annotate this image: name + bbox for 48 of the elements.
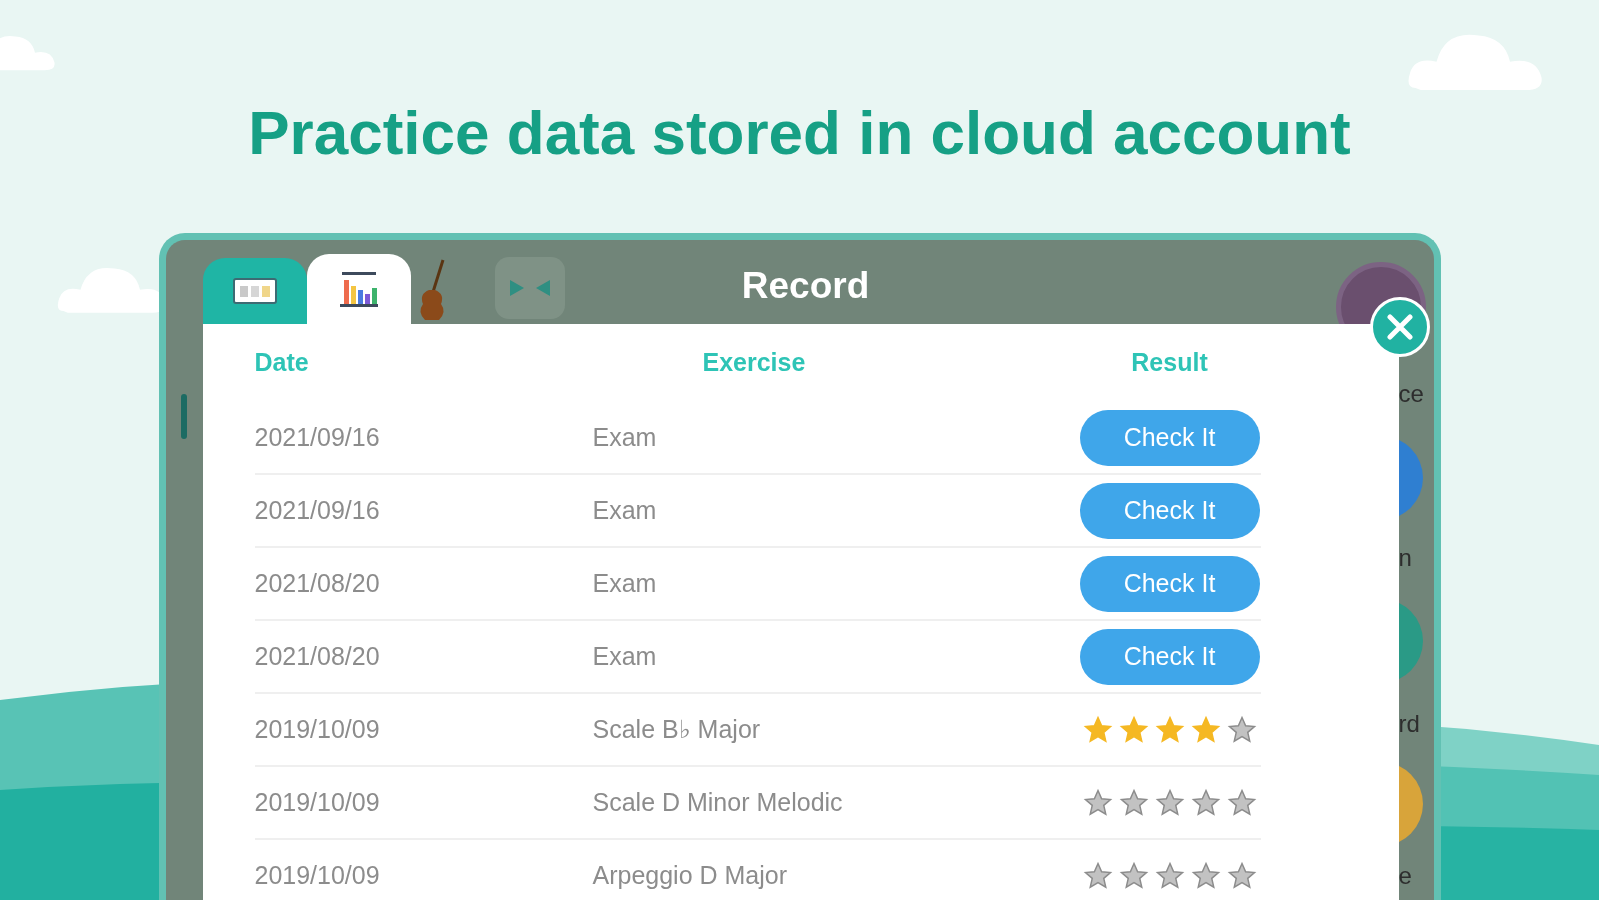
exercise-cell-text: Exam (592, 494, 657, 526)
side-marker (180, 394, 187, 439)
column-header: Date (254, 347, 309, 379)
star-icon (1190, 714, 1221, 745)
star-icon (1082, 714, 1113, 745)
star-icon (1118, 787, 1149, 818)
date-cell-text: 2021/08/20 (254, 640, 380, 672)
star-icon (1154, 787, 1185, 818)
date-cell-text: 2019/10/09 (254, 859, 380, 891)
side-label: e (1398, 861, 1412, 891)
board-icon (232, 277, 277, 305)
check-it-button[interactable]: Check It (1079, 409, 1260, 466)
star-icon (1190, 860, 1221, 891)
exercise-cell-text: Exam (592, 640, 657, 672)
date-cell-text: 2019/10/09 (254, 786, 380, 818)
arrows-icon (507, 278, 552, 298)
check-it-button[interactable]: Check It (1079, 482, 1260, 539)
star-icon (1154, 714, 1185, 745)
column-header: Exercise (702, 347, 806, 379)
date-cell-text: 2021/09/16 (254, 494, 380, 526)
side-label: rd (1398, 709, 1420, 739)
window-title: Record (740, 264, 871, 308)
headline: Practice data stored in cloud account (248, 100, 1351, 166)
star-icon (1226, 860, 1257, 891)
exercise-cell-text: Exam (592, 421, 657, 453)
star-icon (1154, 860, 1185, 891)
close-icon (1387, 314, 1413, 340)
check-it-button[interactable]: Check It (1079, 555, 1260, 612)
side-label: n (1398, 543, 1412, 573)
date-cell-text: 2021/09/16 (254, 421, 380, 453)
star-icon (1190, 787, 1221, 818)
exercise-cell-text: Scale D Minor Melodic (592, 786, 843, 818)
column-header: Result (1131, 347, 1208, 379)
tab[interactable] (306, 254, 411, 324)
star-icon (1082, 787, 1113, 818)
exercise-cell-text: Arpeggio D Major (592, 859, 788, 891)
star-icon (1082, 860, 1113, 891)
star-icon (1226, 714, 1257, 745)
exercise-cell-text: Exam (592, 567, 657, 599)
exercise-cell-text: Scale B♭ Major (592, 713, 761, 745)
date-cell-text: 2021/08/20 (254, 567, 380, 599)
date-cell-text: 2019/10/09 (254, 713, 380, 745)
star-icon (1226, 787, 1257, 818)
star-icon (1118, 860, 1149, 891)
star-icon (1118, 714, 1149, 745)
side-label: ce (1398, 379, 1424, 409)
check-it-button[interactable]: Check It (1079, 628, 1260, 685)
tab[interactable] (202, 258, 307, 324)
